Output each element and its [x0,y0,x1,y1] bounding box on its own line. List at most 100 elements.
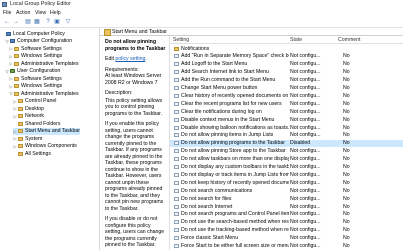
policy-name: Clear tile notifications during log on [181,108,262,115]
tree-item[interactable]: Shared Folders [13,120,60,127]
policy-name: Force classic Start Menu [181,235,239,242]
policy-name: Do not search programs and Control Panel… [181,211,289,218]
policy-name: Do not allow taskbars on more than one d… [181,156,289,163]
policy-comment: No [343,69,350,76]
column-setting[interactable]: Setting [173,37,189,43]
list-header: Setting State Comment [170,36,403,44]
policy-setting-icon [174,141,179,146]
policy-row[interactable]: Add the Run command to the Start Menu Not… [170,77,403,84]
policy-row[interactable]: Do not allow pinning items in Jump Lists… [170,132,403,139]
policy-setting-icon [174,117,179,122]
expand-chevron-icon[interactable]: ▷ [13,106,17,111]
properties-icon[interactable]: ▣ [53,18,61,25]
expand-chevron-icon[interactable]: ▷ [9,84,13,89]
policy-comment: No [343,179,350,186]
policy-name: Disable context menus in the Start Menu [181,116,275,123]
tree-item[interactable]: ▷ System [13,135,42,142]
tree-item[interactable]: All Settings [13,150,51,157]
tree-item[interactable]: ▷ Windows Components [13,143,76,150]
tree-item[interactable]: Local Computer Policy [1,30,65,37]
policy-row[interactable]: Add Logoff to the Start Menu Not configu.… [170,61,403,68]
policy-state: Not configu... [290,132,321,139]
filter-icon[interactable]: ▽ [64,18,72,25]
tree-item[interactable]: ▷ Start Menu and Taskbar [13,127,80,135]
expand-chevron-icon[interactable]: ▷ [9,46,13,51]
policy-state: Not configu... [290,235,321,242]
export-list-icon[interactable]: ▦ [33,18,41,25]
policy-row[interactable]: Clear the recent programs list for new u… [170,100,403,107]
policy-comment: No [343,187,350,194]
policy-row[interactable]: Change Start Menu power button Not config… [170,85,403,92]
folder-icon [14,46,19,51]
expand-chevron-icon[interactable]: ▷ [13,114,17,119]
policy-row[interactable]: Do not use the tracking-based method whe… [170,227,403,234]
tree-item[interactable]: ▷ Windows Settings [9,83,62,90]
folder-icon [14,84,19,88]
policy-row[interactable]: Do not search programs and Control Panel… [170,211,403,218]
policy-row[interactable]: Do not search communications Not configu.… [170,187,403,194]
column-state[interactable]: State [290,37,302,43]
folder-row[interactable]: Notifications [170,45,403,52]
policy-state: Not configu... [290,61,321,68]
tree-item-label: System [25,135,43,142]
policy-row[interactable]: Do not allow pinning Store app to the Ta… [170,148,403,155]
policy-name: Do not keep history of recently opened d… [181,179,289,186]
policy-state: Not configu... [290,77,321,84]
tree-item[interactable]: ▷ Software Settings [9,75,61,82]
tree-item[interactable]: ▷ Network [13,113,44,120]
help-icon[interactable]: ? [44,18,52,25]
back-arrow-icon[interactable]: ← [3,18,11,25]
policy-row[interactable]: Do not allow taskbars on more than one d… [170,156,403,163]
edit-policy-link[interactable]: policy setting [115,56,145,62]
policy-row[interactable]: Add "Run in Separate Memory Space" check… [170,53,403,60]
show-hide-tree-icon[interactable]: ▤ [24,18,32,25]
policy-row[interactable]: Do not search for files Not configu... No [170,195,403,202]
collapse-chevron-icon[interactable]: ▽ [5,69,9,74]
policy-comment: No [343,124,350,131]
expand-chevron-icon[interactable]: ▷ [13,129,17,134]
tree-item[interactable]: ▷ Administrative Templates [9,60,78,67]
column-comment[interactable]: Comment [338,37,361,43]
policy-state: Not configu... [290,187,321,194]
policy-row[interactable]: Disable showing balloon notifications as… [170,124,403,131]
policy-row[interactable]: Force Start to be either full screen siz… [170,243,403,250]
policy-name: Add Logoff to the Start Menu [181,61,248,68]
policy-row[interactable]: Clear tile notifications during log on No… [170,108,403,115]
policy-state: Not configu... [290,171,321,178]
description-paragraph-2: If you enable this policy setting, users… [105,121,164,212]
tree-item[interactable]: ▽ Administrative Templates [9,90,78,97]
expand-chevron-icon[interactable]: ▷ [13,144,17,149]
policy-name: Notifications [181,45,210,52]
edit-policy-line: Edit policy setting. [105,56,166,63]
policy-row[interactable]: Do not search Internet Not configu... No [170,203,403,210]
tree-item[interactable]: ▷ Windows Settings [9,53,62,60]
policy-setting-icon [174,172,179,177]
policy-row[interactable]: Do not display or track items in Jump Li… [170,171,403,178]
tree-item[interactable]: ▽ User Configuration [5,68,60,75]
policy-description-pane: Do not allow pinning programs to the Tas… [100,36,170,250]
policy-row[interactable]: Do not use the search-based method when … [170,219,403,226]
expand-chevron-icon[interactable]: ▷ [9,54,13,59]
collapse-chevron-icon[interactable]: ▽ [5,39,9,44]
policy-row[interactable]: Disable context menus in the Start Menu N… [170,116,403,123]
forward-arrow-icon[interactable]: → [12,18,20,25]
policy-row[interactable]: Add Search Internet link to Start Menu No… [170,69,403,76]
policy-comment: No [343,211,350,218]
tree-item[interactable]: ▽ Computer Configuration [5,38,72,45]
expand-chevron-icon[interactable]: ▷ [13,136,17,141]
collapse-chevron-icon[interactable]: ▽ [9,91,13,96]
policy-row[interactable]: Do not display any custom toolbars in th… [170,164,403,171]
expand-chevron-icon[interactable]: ▷ [9,76,13,81]
policy-row[interactable]: Clear history of recently opened documen… [170,92,403,99]
policy-row[interactable]: Do not allow pinning programs to the Tas… [170,139,403,147]
policy-state: Not configu... [290,227,321,234]
expand-chevron-icon[interactable]: ▷ [9,61,13,66]
policy-row[interactable]: Do not keep history of recently opened d… [170,179,403,186]
tree-item[interactable]: ▷ Software Settings [9,45,61,52]
policy-row[interactable]: Force classic Start Menu Not configu... No [170,235,403,242]
policy-comment: No [343,116,350,123]
policy-state: Disabled [290,140,311,147]
expand-chevron-icon[interactable]: ▷ [13,99,17,104]
tree-item[interactable]: ▷ Desktop [13,105,44,112]
tree-item[interactable]: ▷ Control Panel [13,98,56,105]
